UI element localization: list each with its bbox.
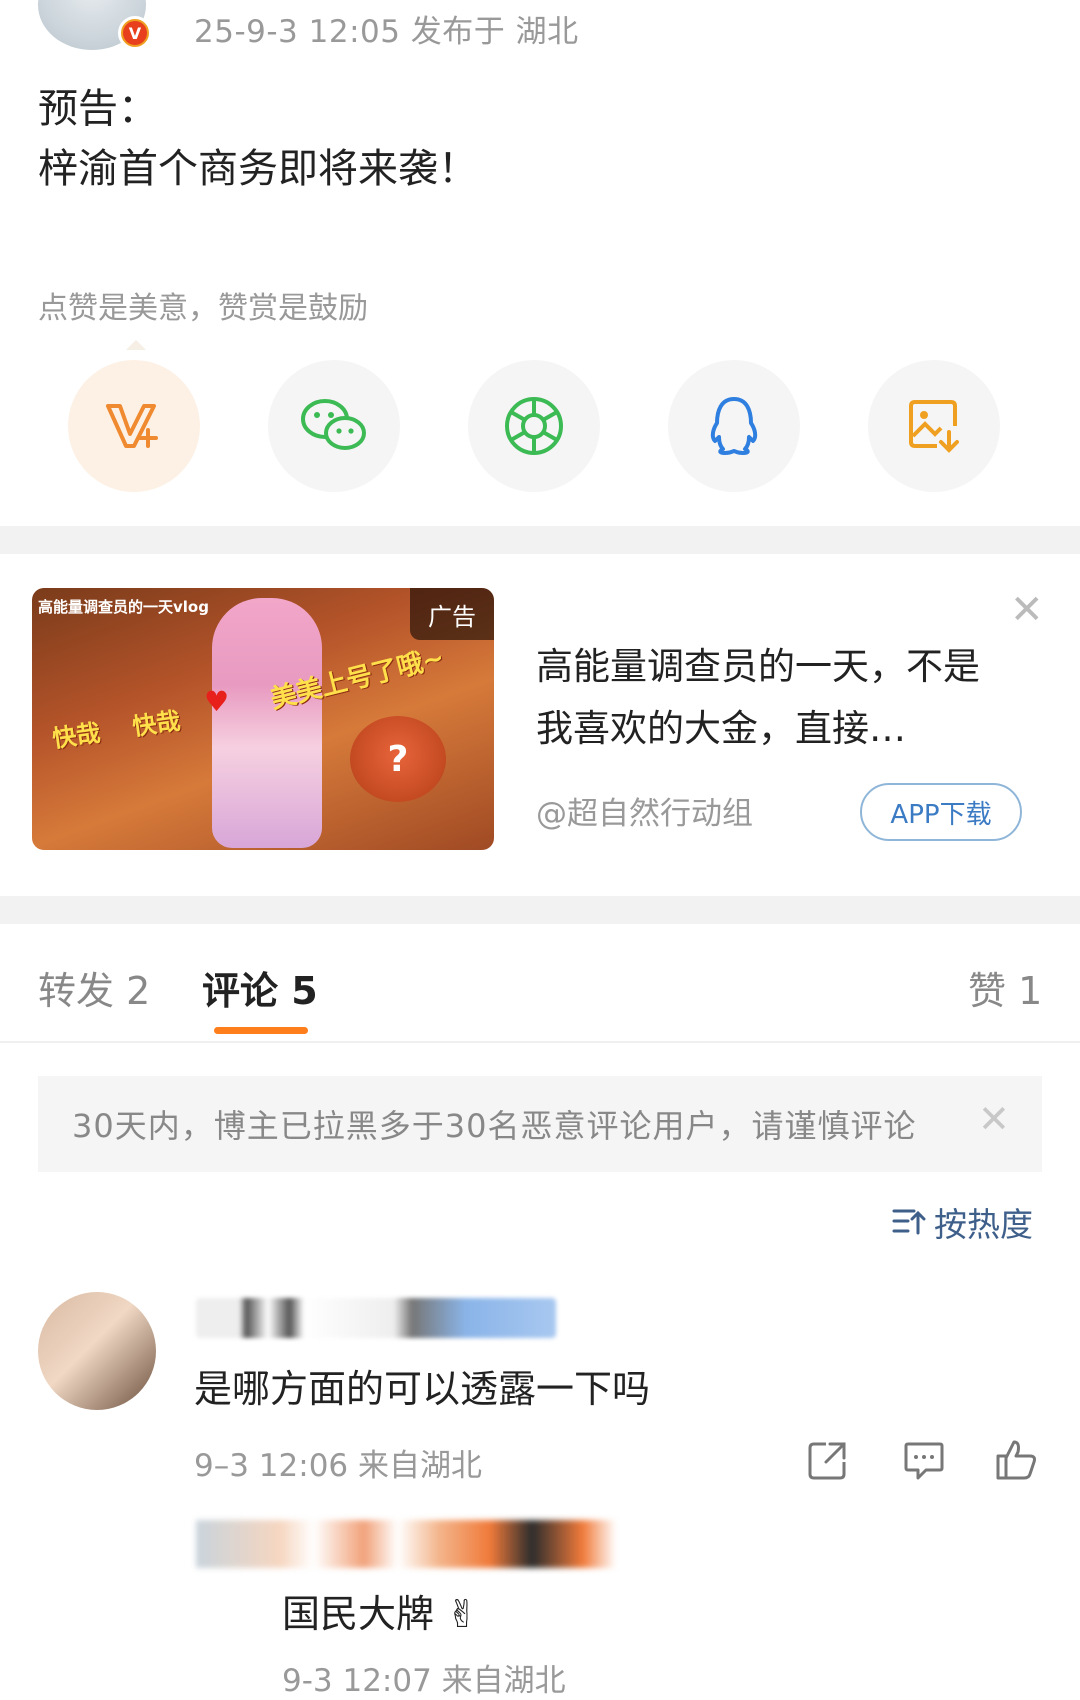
tab-comments[interactable]: 评论 5 [202, 960, 318, 1015]
verified-badge-icon: V [118, 16, 152, 50]
like-icon[interactable] [994, 1438, 1038, 1482]
ad-overlay-text-2: 快哉 [130, 706, 183, 742]
commenter-avatar[interactable] [38, 1292, 156, 1410]
notice-text: 30天内，博主已拉黑多于30名恶意评论用户，请谨慎评论 [72, 1107, 917, 1145]
section-divider [0, 526, 1080, 554]
share-icon[interactable] [806, 1438, 850, 1482]
verified-badge-letter: V [123, 21, 147, 45]
save-image-icon [909, 400, 959, 453]
ad-overlay-text-1: 快哉 [50, 718, 103, 754]
qq-icon [710, 397, 758, 455]
comment-meta: 9–3 12:06 来自湖北 [194, 1448, 482, 1484]
ad-image[interactable]: 高能量调查员的一天vlog ♥ 快哉 快哉 美美上号了哦~ ? 广告 [32, 588, 494, 850]
share-row [0, 360, 1080, 492]
moments-icon [505, 397, 563, 455]
qq-share-button[interactable] [668, 360, 800, 492]
close-icon[interactable]: ✕ [978, 1100, 1010, 1138]
tab-likes[interactable]: 赞 1 [968, 960, 1042, 1015]
reply-meta: 9-3 12:07 来自湖北 [282, 1663, 566, 1699]
commenter-name-blurred[interactable] [196, 1298, 556, 1338]
post-text-line-2: 梓渝首个商务即将来袭！ [38, 146, 478, 192]
ad-question-mark: ? [387, 738, 409, 780]
post-text-line-1: 预告： [38, 86, 158, 132]
ad-character [212, 598, 322, 848]
reply-author-name-blurred[interactable] [196, 1520, 616, 1568]
ad-title[interactable]: 高能量调查员的一天，不是我喜欢的大金，直接… [536, 636, 1006, 760]
close-icon[interactable]: ✕ [1010, 590, 1044, 630]
section-divider [0, 896, 1080, 924]
tab-divider [0, 1041, 1080, 1043]
wechat-icon [301, 399, 366, 450]
sort-label: 按热度 [934, 1205, 1033, 1244]
reward-hint: 点赞是美意，赞赏是鼓励 [38, 291, 368, 326]
vplus-icon [106, 404, 158, 448]
ad-source[interactable]: @超自然行动组 [536, 788, 753, 833]
comment-text: 是哪方面的可以透露一下吗 [194, 1367, 651, 1411]
save-image-button[interactable] [868, 360, 1000, 492]
comment-icon[interactable] [902, 1438, 946, 1482]
vplus-share-button[interactable] [68, 360, 200, 492]
wechat-share-button[interactable] [268, 360, 400, 492]
ad-tag: 广告 [410, 588, 494, 640]
reply-text: 国民大牌 ✌ [282, 1592, 478, 1636]
ad-image-title: 高能量调查员的一天vlog [38, 598, 209, 616]
app-download-button[interactable]: APP下载 [860, 783, 1022, 841]
comment-notice: 30天内，博主已拉黑多于30名恶意评论用户，请谨慎评论 [38, 1076, 1042, 1172]
tab-reposts[interactable]: 转发 2 [38, 960, 150, 1015]
heart-icon: ♥ [204, 685, 230, 718]
ad-raccoon-mascot: ? [350, 716, 446, 802]
reward-pointer [126, 340, 146, 350]
post-meta: 25-9-3 12:05 发布于 湖北 [194, 14, 579, 50]
moments-share-button[interactable] [468, 360, 600, 492]
sort-icon [892, 1209, 926, 1235]
active-tab-indicator [214, 1027, 308, 1034]
sort-button[interactable]: 按热度 [892, 1198, 1033, 1246]
